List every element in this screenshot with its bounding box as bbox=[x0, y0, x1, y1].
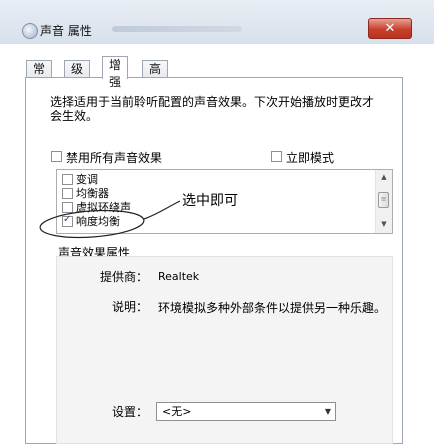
tab-enhancements[interactable]: 增强 bbox=[102, 56, 129, 89]
description-label: 说明： bbox=[111, 300, 148, 314]
provider-label: 提供商： bbox=[99, 270, 148, 284]
chevron-down-icon[interactable]: ▼ bbox=[325, 403, 331, 420]
setting-dropdown[interactable]: <无> ▼ bbox=[156, 402, 336, 421]
setting-value: <无> bbox=[162, 405, 192, 418]
description-value: 环境模拟多种外部条件以提供另一种乐趣。 bbox=[158, 301, 387, 315]
setting-label: 设置： bbox=[111, 405, 148, 419]
annotation-text: 选中即可 bbox=[182, 193, 238, 209]
provider-value: Realtek bbox=[158, 270, 200, 283]
